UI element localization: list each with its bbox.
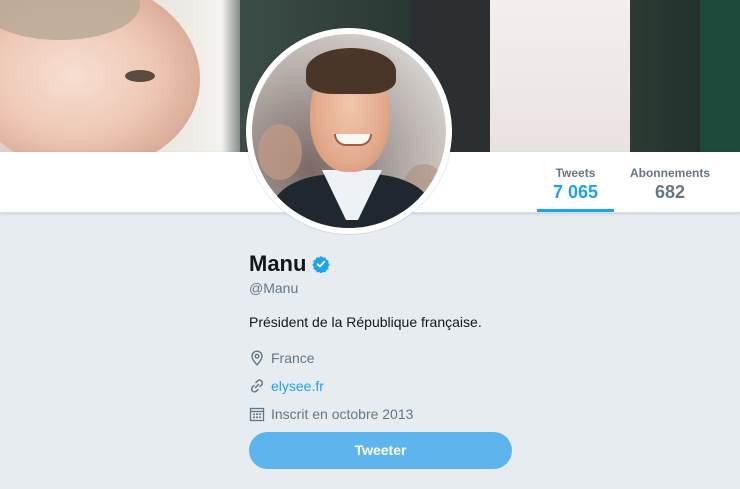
profile-name[interactable]: Manu — [249, 251, 306, 277]
avatar-smile — [334, 134, 372, 146]
verified-badge-icon — [312, 256, 331, 273]
avatar-photo — [252, 34, 446, 228]
nav-tweets-count: 7 065 — [552, 182, 599, 202]
profile-handle[interactable]: @Manu — [249, 280, 514, 296]
tweet-button[interactable]: Tweeter — [249, 432, 512, 469]
profile-join-date-text: Inscrit en octobre 2013 — [271, 406, 414, 422]
banner-background-shape — [700, 0, 740, 152]
profile-join-date: Inscrit en octobre 2013 — [249, 404, 514, 424]
profile-name-row: Manu — [249, 250, 514, 278]
nav-following-count: 682 — [654, 182, 686, 202]
profile-website: elysee.fr — [249, 376, 514, 396]
banner-child-eye — [125, 70, 155, 82]
calendar-icon — [249, 407, 265, 422]
profile-avatar[interactable] — [246, 28, 452, 234]
profile-website-link[interactable]: elysee.fr — [271, 378, 324, 394]
link-icon — [250, 379, 264, 393]
nav-tweets-label: Tweets — [555, 166, 596, 180]
nav-tab-following[interactable]: Abonnements 682 — [620, 152, 720, 212]
avatar-hair — [306, 48, 396, 94]
profile-bio: Président de la République française. — [249, 314, 482, 330]
nav-following-label: Abonnements — [629, 166, 710, 180]
profile-info-card: Manu @Manu Président de la République fr… — [249, 250, 514, 424]
banner-background-shape — [490, 0, 630, 152]
location-pin-icon — [251, 350, 263, 366]
avatar-background-person — [258, 124, 302, 180]
profile-location-text: France — [271, 350, 315, 366]
profile-location: France — [249, 348, 514, 368]
nav-tab-tweets[interactable]: Tweets 7 065 — [537, 152, 614, 212]
